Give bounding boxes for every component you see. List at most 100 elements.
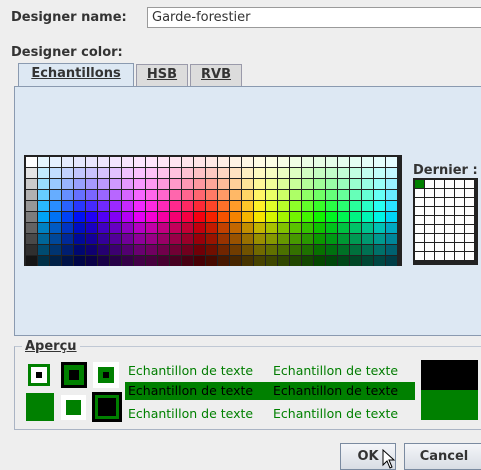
swatch-cell[interactable] (158, 190, 169, 200)
swatch-cell[interactable] (146, 234, 157, 244)
swatch-cell[interactable] (290, 201, 301, 211)
swatch-cell[interactable] (338, 256, 349, 266)
recent-color-cell[interactable] (455, 243, 464, 251)
swatch-cell[interactable] (326, 179, 337, 189)
swatch-cell[interactable] (230, 234, 241, 244)
swatch-cell[interactable] (50, 157, 61, 167)
swatch-cell[interactable] (182, 168, 193, 178)
swatch-cell[interactable] (110, 256, 121, 266)
swatch-cell[interactable] (266, 223, 277, 233)
recent-color-cell[interactable] (455, 180, 464, 188)
swatch-cell[interactable] (302, 179, 313, 189)
swatch-cell[interactable] (122, 212, 133, 222)
cancel-button[interactable]: Cancel (404, 443, 481, 470)
recent-color-cell[interactable] (435, 207, 444, 215)
swatch-cell[interactable] (86, 256, 97, 266)
swatch-cell[interactable] (314, 245, 325, 255)
swatch-cell[interactable] (182, 234, 193, 244)
swatch-cell[interactable] (122, 179, 133, 189)
swatch-cell[interactable] (266, 212, 277, 222)
recent-color-cell[interactable] (415, 234, 424, 242)
swatch-cell[interactable] (326, 190, 337, 200)
swatch-cell[interactable] (278, 168, 289, 178)
recent-color-cell[interactable] (425, 189, 434, 197)
swatch-cell[interactable] (146, 201, 157, 211)
swatch-cell[interactable] (50, 212, 61, 222)
swatch-cell[interactable] (350, 245, 361, 255)
swatch-cell[interactable] (206, 223, 217, 233)
swatch-cell[interactable] (146, 212, 157, 222)
swatch-cell[interactable] (290, 168, 301, 178)
swatch-cell[interactable] (182, 179, 193, 189)
swatch-cell[interactable] (86, 168, 97, 178)
swatch-cell[interactable] (338, 157, 349, 167)
swatch-cell[interactable] (146, 223, 157, 233)
swatch-cell[interactable] (302, 245, 313, 255)
swatch-cell[interactable] (386, 157, 397, 167)
recent-color-cell[interactable] (415, 180, 424, 188)
swatch-cell[interactable] (206, 157, 217, 167)
recent-color-cell[interactable] (465, 234, 474, 242)
swatch-cell[interactable] (86, 179, 97, 189)
swatch-cell[interactable] (134, 223, 145, 233)
swatch-cell[interactable] (266, 157, 277, 167)
swatch-cell[interactable] (326, 234, 337, 244)
swatch-cell[interactable] (182, 223, 193, 233)
swatch-cell[interactable] (278, 157, 289, 167)
recent-color-cell[interactable] (455, 198, 464, 206)
swatch-cell[interactable] (386, 201, 397, 211)
swatch-cell[interactable] (50, 223, 61, 233)
recent-color-cell[interactable] (425, 207, 434, 215)
swatch-cell[interactable] (338, 201, 349, 211)
recent-color-cell[interactable] (465, 225, 474, 233)
swatch-cell[interactable] (386, 256, 397, 266)
swatch-cell[interactable] (290, 234, 301, 244)
swatch-cell[interactable] (146, 157, 157, 167)
swatch-cell[interactable] (302, 157, 313, 167)
swatch-cell[interactable] (206, 256, 217, 266)
recent-color-cell[interactable] (415, 207, 424, 215)
swatch-cell[interactable] (74, 201, 85, 211)
swatch-cell[interactable] (194, 256, 205, 266)
swatch-cell[interactable] (302, 190, 313, 200)
swatch-cell[interactable] (254, 212, 265, 222)
swatch-cell[interactable] (146, 245, 157, 255)
swatch-cell[interactable] (350, 234, 361, 244)
swatch-cell[interactable] (182, 212, 193, 222)
swatch-cell[interactable] (362, 179, 373, 189)
swatch-cell[interactable] (122, 157, 133, 167)
swatch-cell[interactable] (230, 223, 241, 233)
recent-color-cell[interactable] (415, 252, 424, 260)
recent-color-cell[interactable] (445, 216, 454, 224)
swatch-cell[interactable] (74, 168, 85, 178)
swatch-cell[interactable] (242, 190, 253, 200)
swatch-cell[interactable] (170, 212, 181, 222)
recent-color-cell[interactable] (445, 198, 454, 206)
swatch-cell[interactable] (254, 223, 265, 233)
swatch-cell[interactable] (230, 201, 241, 211)
swatch-cell[interactable] (26, 190, 37, 200)
recent-color-cell[interactable] (445, 252, 454, 260)
swatch-cell[interactable] (158, 223, 169, 233)
swatch-cell[interactable] (122, 223, 133, 233)
swatch-cell[interactable] (98, 245, 109, 255)
recent-color-cell[interactable] (445, 243, 454, 251)
swatch-cell[interactable] (254, 234, 265, 244)
swatch-cell[interactable] (26, 234, 37, 244)
swatch-cell[interactable] (86, 245, 97, 255)
swatch-cell[interactable] (98, 201, 109, 211)
swatch-cell[interactable] (314, 223, 325, 233)
swatch-cell[interactable] (230, 212, 241, 222)
swatch-cell[interactable] (362, 256, 373, 266)
swatch-cell[interactable] (110, 245, 121, 255)
swatch-cell[interactable] (50, 201, 61, 211)
swatch-cell[interactable] (242, 223, 253, 233)
swatch-cell[interactable] (362, 157, 373, 167)
recent-color-cell[interactable] (435, 189, 444, 197)
swatch-cell[interactable] (146, 256, 157, 266)
swatch-cell[interactable] (218, 256, 229, 266)
recent-color-cell[interactable] (465, 243, 474, 251)
recent-color-cell[interactable] (465, 189, 474, 197)
swatch-cell[interactable] (110, 190, 121, 200)
recent-color-cell[interactable] (415, 189, 424, 197)
